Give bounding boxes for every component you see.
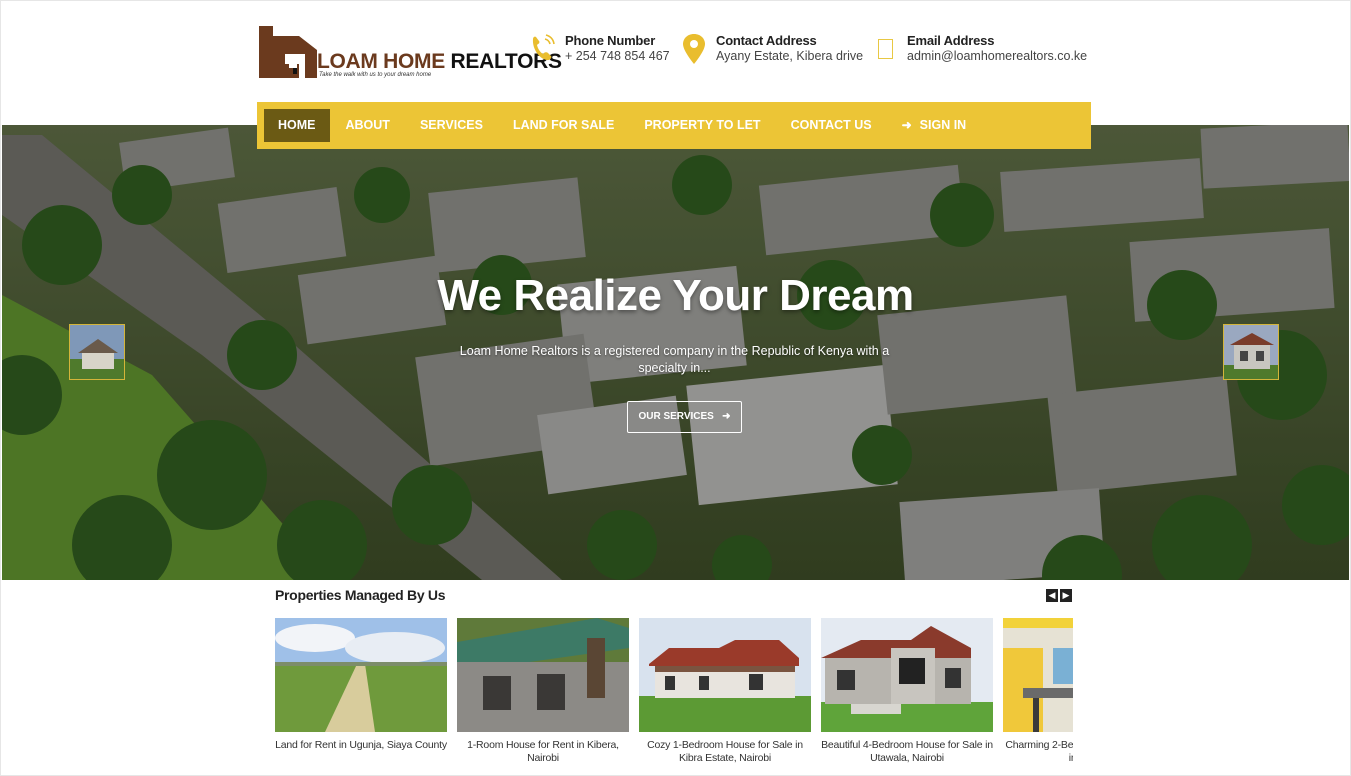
main-nav: HOME ABOUT SERVICES LAND FOR SALE PROPER… <box>257 102 1091 149</box>
carousel-next-button[interactable]: ▶ <box>1060 589 1072 602</box>
property-card[interactable]: Beautiful 4-Bedroom House for Sale in Ut… <box>821 618 993 768</box>
property-caption: Cozy 1-Bedroom House for Sale in Kibra E… <box>647 739 803 764</box>
email-icon <box>878 39 893 59</box>
nav-sign-in[interactable]: ➜ SIGN IN <box>888 109 981 142</box>
property-card[interactable]: Land for Rent in Ugunja, Siaya County <box>275 618 447 768</box>
logo-title-part1: LOAM HOME <box>317 50 445 73</box>
nav-services[interactable]: SERVICES <box>406 109 497 142</box>
logo-house-icon <box>259 26 317 78</box>
contact-address-label: Contact Address <box>716 33 817 48</box>
logo-tagline: Take the walk with us to your dream home <box>319 72 432 78</box>
contact-email: Email Address admin@loamhomerealtors.co.… <box>876 31 1106 71</box>
property-image <box>639 618 811 732</box>
nav-land-for-sale[interactable]: LAND FOR SALE <box>499 109 628 142</box>
properties-carousel: Land for Rent in Ugunja, Siaya County 1-… <box>275 618 1073 768</box>
carousel-prev-button[interactable]: ◀ <box>1046 589 1058 602</box>
nav-contact-us[interactable]: CONTACT US <box>777 109 886 142</box>
contact-address-value: Ayany Estate, Kibera drive <box>716 49 864 63</box>
arrow-right-icon: ➜ <box>716 411 731 422</box>
property-caption: 1-Room House for Rent in Kibera, Nairobi <box>467 739 619 764</box>
contact-phone-value[interactable]: + 254 748 854 467 <box>565 49 670 63</box>
hero-description: Loam Home Realtors is a registered compa… <box>459 344 890 375</box>
map-pin-icon <box>683 34 705 64</box>
property-caption: Beautiful 4-Bedroom House for Sale in Ut… <box>821 739 993 764</box>
hero-slider: We Realize Your Dream Loam Home Realtors… <box>2 125 1349 580</box>
site-logo[interactable]: LOAM HOME REALTORS Take the walk with us… <box>259 24 562 80</box>
contact-phone: Phone Number + 254 748 854 467 <box>529 31 679 71</box>
contact-phone-label: Phone Number <box>565 33 656 48</box>
nav-sign-in-label: SIGN IN <box>919 118 967 132</box>
house-thumbnail-icon <box>1224 325 1278 379</box>
slider-next-thumbnail[interactable] <box>1223 324 1279 380</box>
nav-about[interactable]: ABOUT <box>332 109 404 142</box>
contact-address: Contact Address Ayany Estate, Kibera dri… <box>682 31 872 71</box>
contact-email-label: Email Address <box>907 33 995 48</box>
property-image <box>1003 618 1073 732</box>
phone-icon <box>532 34 555 61</box>
nav-home[interactable]: HOME <box>264 109 330 142</box>
contact-email-value[interactable]: admin@loamhomerealtors.co.ke <box>907 49 1087 63</box>
property-image <box>821 618 993 732</box>
property-caption: Charming 2-Bedroom House for Rent in Ngo… <box>1005 739 1073 764</box>
our-services-button[interactable]: OUR SERVICES ➜ <box>627 401 742 433</box>
property-card[interactable]: 1-Room House for Rent in Kibera, Nairobi <box>457 618 629 768</box>
sign-in-icon: ➜ <box>901 118 912 132</box>
slider-prev-thumbnail[interactable] <box>69 324 125 380</box>
house-thumbnail-icon <box>70 325 124 379</box>
properties-section-title: Properties Managed By Us <box>275 587 446 603</box>
property-image <box>457 618 629 732</box>
nav-property-to-let[interactable]: PROPERTY TO LET <box>630 109 774 142</box>
our-services-button-label: OUR SERVICES <box>638 411 714 422</box>
property-image <box>275 618 447 732</box>
properties-carousel-controls: ◀ ▶ <box>1046 589 1072 602</box>
hero-title: We Realize Your Dream <box>437 271 914 320</box>
property-card[interactable]: Cozy 1-Bedroom House for Sale in Kibra E… <box>639 618 811 768</box>
property-card[interactable]: Charming 2-Bedroom House for Rent in Ngo… <box>1003 618 1073 768</box>
logo-title: LOAM HOME REALTORS <box>317 50 562 74</box>
property-caption: Land for Rent in Ugunja, Siaya County <box>275 739 447 751</box>
